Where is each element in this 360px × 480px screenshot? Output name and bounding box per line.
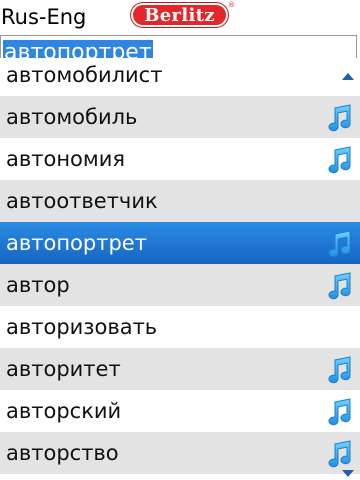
music-note-icon[interactable]: [326, 146, 352, 174]
list-item-label: автопортрет: [6, 231, 147, 255]
music-note-icon[interactable]: [326, 440, 352, 468]
registered-mark: ®: [228, 1, 235, 9]
music-note-icon[interactable]: [326, 398, 352, 426]
list-item-label: автор: [6, 273, 70, 297]
list-item[interactable]: автопортрет: [0, 222, 360, 264]
list-item-label: авторизовать: [6, 315, 158, 339]
music-note-icon[interactable]: [326, 356, 352, 384]
list-item[interactable]: автор: [0, 264, 360, 306]
scroll-up-arrow-icon[interactable]: [342, 73, 354, 80]
music-note-icon[interactable]: [326, 104, 352, 132]
music-note-icon[interactable]: [326, 230, 352, 258]
list-item[interactable]: авторский: [0, 390, 360, 432]
list-item-label: авторитет: [6, 357, 121, 381]
logo-text: Berlitz: [144, 4, 215, 26]
music-note-icon[interactable]: [326, 272, 352, 300]
header: Rus-Eng Berlitz ®: [0, 0, 360, 36]
list-item-label: автомобилист: [6, 63, 163, 87]
list-item[interactable]: автомобиль: [0, 96, 360, 138]
list-item-label: автономия: [6, 147, 126, 171]
list-item[interactable]: автомобилист: [0, 58, 360, 96]
list-item-label: автоответчик: [6, 189, 158, 213]
list-item[interactable]: автономия: [0, 138, 360, 180]
list-item[interactable]: автоответчик: [0, 180, 360, 222]
app-title: Rus-Eng: [1, 5, 87, 29]
list-item[interactable]: авторизовать: [0, 306, 360, 348]
list-item-label: авторство: [6, 441, 119, 465]
list-item[interactable]: авторитет: [0, 348, 360, 390]
list-item-label: авторский: [6, 399, 122, 423]
word-list[interactable]: автомобилист автомобиль автономия автоответ…: [0, 58, 360, 480]
berlitz-logo: Berlitz ®: [131, 1, 235, 27]
list-item-label: автомобиль: [6, 105, 138, 129]
scroll-down-arrow-icon[interactable]: [342, 470, 354, 477]
list-item[interactable]: авторство: [0, 432, 360, 474]
